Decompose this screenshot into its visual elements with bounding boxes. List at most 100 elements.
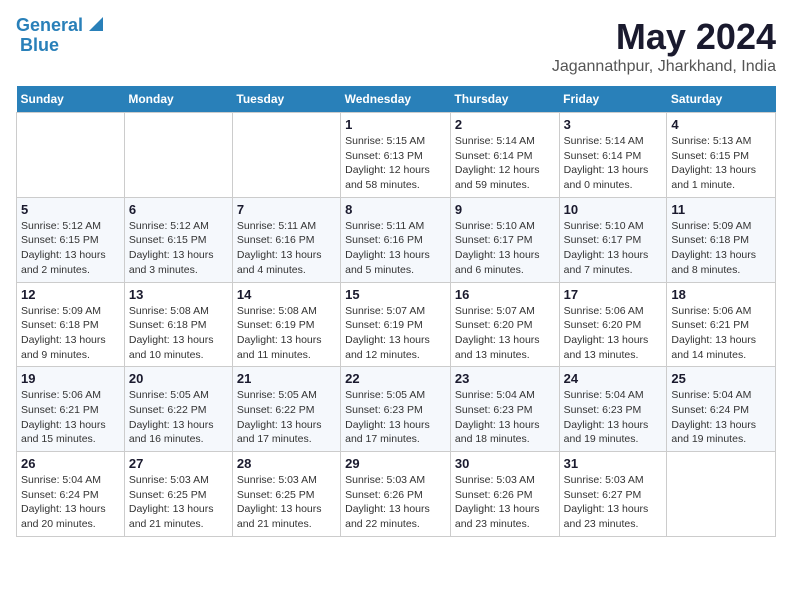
calendar-cell: 8 Sunrise: 5:11 AM Sunset: 6:16 PM Daylig… — [341, 197, 451, 282]
calendar-week-row: 26Sunrise: 5:04 AM Sunset: 6:24 PM Dayli… — [17, 452, 776, 537]
month-title: May 2024 — [552, 16, 776, 58]
day-info: Sunrise: 5:08 AM Sunset: 6:19 PM Dayligh… — [237, 304, 336, 363]
page-header: General Blue May 2024 Jagannathpur, Jhar… — [16, 16, 776, 76]
day-number: 19 — [21, 371, 120, 386]
calendar-cell: 27 Sunrise: 5:03 AM Sunset: 6:25 PM Dayli… — [124, 452, 232, 537]
day-info: Sunrise: 5:14 AM Sunset: 6:14 PM Dayligh… — [455, 134, 555, 193]
weekday-header: Thursday — [450, 86, 559, 113]
weekday-header: Monday — [124, 86, 232, 113]
day-number: 20 — [129, 371, 228, 386]
day-number: 21 — [237, 371, 336, 386]
day-info: Sunrise: 5:14 AM Sunset: 6:14 PM Dayligh… — [564, 134, 663, 193]
calendar-cell — [124, 113, 232, 198]
calendar-cell: 19 Sunrise: 5:06 AM Sunset: 6:21 PM Dayli… — [17, 367, 125, 452]
calendar-cell: 18Sunrise: 5:06 AM Sunset: 6:21 PM Dayli… — [667, 282, 776, 367]
calendar-cell — [667, 452, 776, 537]
day-number: 9 — [455, 202, 555, 217]
day-info: Sunrise: 5:08 AM Sunset: 6:18 PM Dayligh… — [129, 304, 228, 363]
logo: General Blue — [16, 16, 107, 56]
day-number: 28 — [237, 456, 336, 471]
day-info: Sunrise: 5:07 AM Sunset: 6:19 PM Dayligh… — [345, 304, 446, 363]
day-info: Sunrise: 5:05 AM Sunset: 6:22 PM Dayligh… — [237, 388, 336, 447]
calendar-cell: 12Sunrise: 5:09 AM Sunset: 6:18 PM Dayli… — [17, 282, 125, 367]
day-info: Sunrise: 5:03 AM Sunset: 6:25 PM Dayligh… — [237, 473, 336, 532]
day-number: 8 — [345, 202, 446, 217]
day-info: Sunrise: 5:05 AM Sunset: 6:22 PM Dayligh… — [129, 388, 228, 447]
day-number: 14 — [237, 287, 336, 302]
location: Jagannathpur, Jharkhand, India — [552, 58, 776, 76]
day-info: Sunrise: 5:10 AM Sunset: 6:17 PM Dayligh… — [455, 219, 555, 278]
day-number: 4 — [671, 117, 771, 132]
calendar-cell: 2 Sunrise: 5:14 AM Sunset: 6:14 PM Daylig… — [450, 113, 559, 198]
calendar-header-row: SundayMondayTuesdayWednesdayThursdayFrid… — [17, 86, 776, 113]
calendar-cell: 13 Sunrise: 5:08 AM Sunset: 6:18 PM Dayli… — [124, 282, 232, 367]
calendar-cell: 25Sunrise: 5:04 AM Sunset: 6:24 PM Dayli… — [667, 367, 776, 452]
calendar-cell: 5 Sunrise: 5:12 AM Sunset: 6:15 PM Daylig… — [17, 197, 125, 282]
day-info: Sunrise: 5:10 AM Sunset: 6:17 PM Dayligh… — [564, 219, 663, 278]
day-info: Sunrise: 5:12 AM Sunset: 6:15 PM Dayligh… — [21, 219, 120, 278]
calendar-cell: 3 Sunrise: 5:14 AM Sunset: 6:14 PM Daylig… — [559, 113, 667, 198]
day-info: Sunrise: 5:13 AM Sunset: 6:15 PM Dayligh… — [671, 134, 771, 193]
day-number: 3 — [564, 117, 663, 132]
day-info: Sunrise: 5:11 AM Sunset: 6:16 PM Dayligh… — [345, 219, 446, 278]
day-info: Sunrise: 5:15 AM Sunset: 6:13 PM Dayligh… — [345, 134, 446, 193]
weekday-header: Tuesday — [232, 86, 340, 113]
calendar-cell: 28 Sunrise: 5:03 AM Sunset: 6:25 PM Dayli… — [232, 452, 340, 537]
calendar-week-row: 5 Sunrise: 5:12 AM Sunset: 6:15 PM Daylig… — [17, 197, 776, 282]
day-number: 23 — [455, 371, 555, 386]
day-info: Sunrise: 5:04 AM Sunset: 6:23 PM Dayligh… — [455, 388, 555, 447]
calendar-cell: 30 Sunrise: 5:03 AM Sunset: 6:26 PM Dayli… — [450, 452, 559, 537]
day-number: 7 — [237, 202, 336, 217]
calendar-cell: 21 Sunrise: 5:05 AM Sunset: 6:22 PM Dayli… — [232, 367, 340, 452]
day-info: Sunrise: 5:09 AM Sunset: 6:18 PM Dayligh… — [671, 219, 771, 278]
day-info: Sunrise: 5:09 AM Sunset: 6:18 PM Dayligh… — [21, 304, 120, 363]
calendar-week-row: 19 Sunrise: 5:06 AM Sunset: 6:21 PM Dayli… — [17, 367, 776, 452]
calendar-cell: 14 Sunrise: 5:08 AM Sunset: 6:19 PM Dayli… — [232, 282, 340, 367]
day-number: 24 — [564, 371, 663, 386]
day-number: 10 — [564, 202, 663, 217]
day-number: 13 — [129, 287, 228, 302]
day-info: Sunrise: 5:03 AM Sunset: 6:26 PM Dayligh… — [345, 473, 446, 532]
day-number: 6 — [129, 202, 228, 217]
day-info: Sunrise: 5:04 AM Sunset: 6:23 PM Dayligh… — [564, 388, 663, 447]
day-number: 27 — [129, 456, 228, 471]
calendar-cell — [232, 113, 340, 198]
day-info: Sunrise: 5:11 AM Sunset: 6:16 PM Dayligh… — [237, 219, 336, 278]
day-number: 22 — [345, 371, 446, 386]
day-info: Sunrise: 5:03 AM Sunset: 6:25 PM Dayligh… — [129, 473, 228, 532]
day-info: Sunrise: 5:03 AM Sunset: 6:27 PM Dayligh… — [564, 473, 663, 532]
day-number: 2 — [455, 117, 555, 132]
day-info: Sunrise: 5:03 AM Sunset: 6:26 PM Dayligh… — [455, 473, 555, 532]
day-info: Sunrise: 5:06 AM Sunset: 6:21 PM Dayligh… — [21, 388, 120, 447]
day-info: Sunrise: 5:07 AM Sunset: 6:20 PM Dayligh… — [455, 304, 555, 363]
calendar-cell: 31Sunrise: 5:03 AM Sunset: 6:27 PM Dayli… — [559, 452, 667, 537]
calendar-cell: 1 Sunrise: 5:15 AM Sunset: 6:13 PM Daylig… — [341, 113, 451, 198]
calendar-cell: 7 Sunrise: 5:11 AM Sunset: 6:16 PM Daylig… — [232, 197, 340, 282]
calendar-cell: 10 Sunrise: 5:10 AM Sunset: 6:17 PM Dayli… — [559, 197, 667, 282]
calendar-cell: 17 Sunrise: 5:06 AM Sunset: 6:20 PM Dayli… — [559, 282, 667, 367]
logo-text: General — [16, 16, 83, 36]
weekday-header: Sunday — [17, 86, 125, 113]
day-number: 30 — [455, 456, 555, 471]
calendar-cell: 23 Sunrise: 5:04 AM Sunset: 6:23 PM Dayli… — [450, 367, 559, 452]
day-number: 11 — [671, 202, 771, 217]
calendar-cell: 15Sunrise: 5:07 AM Sunset: 6:19 PM Dayli… — [341, 282, 451, 367]
day-info: Sunrise: 5:06 AM Sunset: 6:20 PM Dayligh… — [564, 304, 663, 363]
day-info: Sunrise: 5:05 AM Sunset: 6:23 PM Dayligh… — [345, 388, 446, 447]
weekday-header: Wednesday — [341, 86, 451, 113]
day-number: 17 — [564, 287, 663, 302]
calendar-cell: 20 Sunrise: 5:05 AM Sunset: 6:22 PM Dayli… — [124, 367, 232, 452]
day-number: 29 — [345, 456, 446, 471]
day-number: 5 — [21, 202, 120, 217]
day-info: Sunrise: 5:12 AM Sunset: 6:15 PM Dayligh… — [129, 219, 228, 278]
day-number: 16 — [455, 287, 555, 302]
weekday-header: Saturday — [667, 86, 776, 113]
calendar-cell: 22 Sunrise: 5:05 AM Sunset: 6:23 PM Dayli… — [341, 367, 451, 452]
day-info: Sunrise: 5:06 AM Sunset: 6:21 PM Dayligh… — [671, 304, 771, 363]
day-number: 1 — [345, 117, 446, 132]
logo-text2: Blue — [20, 35, 59, 55]
calendar-cell: 16 Sunrise: 5:07 AM Sunset: 6:20 PM Dayli… — [450, 282, 559, 367]
day-info: Sunrise: 5:04 AM Sunset: 6:24 PM Dayligh… — [21, 473, 120, 532]
calendar-table: SundayMondayTuesdayWednesdayThursdayFrid… — [16, 86, 776, 537]
logo-icon — [85, 13, 107, 35]
